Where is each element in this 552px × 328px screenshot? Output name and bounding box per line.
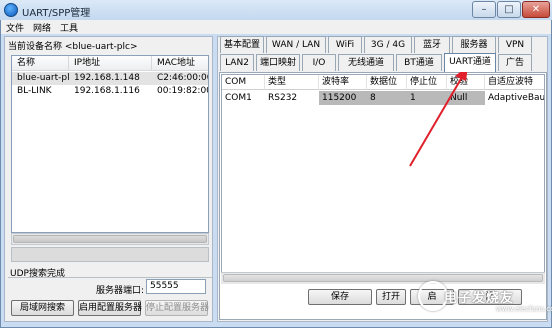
close-button[interactable]: ✕	[522, 1, 550, 18]
grid-cell-databits[interactable]: 8	[367, 91, 407, 105]
tab-bluetooth[interactable]: 蓝牙	[414, 36, 450, 53]
open-button[interactable]: 打开	[376, 289, 406, 305]
tab-advertise[interactable]: 广告	[498, 54, 532, 71]
device-ip-cell[interactable]: 192.168.1.148	[69, 72, 152, 85]
tab-wan-lan[interactable]: WAN / LAN	[266, 36, 326, 53]
grid-cell-baud[interactable]: 115200	[319, 91, 367, 105]
menu-file[interactable]: 文件	[6, 21, 24, 34]
grid-cell-com[interactable]: COM1	[222, 91, 265, 105]
maximize-button[interactable]: □	[497, 1, 521, 18]
grid-header-adaptive-baud[interactable]: 自适应波特	[485, 75, 544, 90]
minimize-icon: –	[481, 4, 487, 15]
grid-header-com[interactable]: COM	[222, 75, 265, 90]
device-mac-cell[interactable]: C2:46:00:00:5	[152, 72, 208, 85]
grid-cell-adaptive-baud[interactable]: AdaptiveBau	[485, 91, 544, 105]
minimize-button[interactable]: –	[472, 1, 496, 18]
divider	[8, 277, 212, 278]
tab-wireless-channel[interactable]: 无线通道	[338, 54, 394, 71]
tab-server[interactable]: 服务器	[452, 36, 496, 53]
lan-search-button[interactable]: 局域网搜索	[11, 300, 74, 316]
menu-network[interactable]: 网络	[33, 21, 51, 34]
scrollbar-thumb[interactable]	[13, 235, 207, 243]
tab-uart-channel[interactable]: UART通道	[444, 53, 496, 72]
grid-cell-type[interactable]: RS232	[265, 91, 319, 105]
maximize-icon: □	[504, 4, 514, 15]
grid-header-stopbits[interactable]: 停止位	[407, 75, 447, 90]
grid-cell-parity[interactable]: Null	[447, 91, 485, 105]
column-header-name[interactable]: 名称	[12, 56, 69, 71]
tab-io[interactable]: I/O	[302, 54, 336, 71]
close-icon: ✕	[531, 4, 541, 15]
app-icon	[4, 3, 18, 17]
tab-wifi[interactable]: WiFi	[328, 36, 362, 53]
tab-bt-channel[interactable]: BT通道	[396, 54, 442, 71]
grid-header-parity[interactable]: 校验	[447, 75, 485, 90]
grid-scrollbar-thumb[interactable]	[223, 274, 543, 282]
server-port-label: 服务器端口:	[96, 286, 145, 296]
column-header-mac[interactable]: MAC地址	[152, 56, 208, 71]
grid-header-baud[interactable]: 波特率	[319, 75, 367, 90]
grid-cell-stopbits[interactable]: 1	[407, 91, 447, 105]
grid-header-type[interactable]: 类型	[265, 75, 319, 90]
device-list[interactable]: 名称 IP地址 MAC地址 blue-uart-plc 192.168.1.14…	[11, 55, 209, 233]
server-port-input[interactable]: 55555	[146, 279, 206, 294]
menu-tools[interactable]: 工具	[60, 21, 78, 34]
watermark-text: 电子发烧友	[444, 291, 515, 306]
tab-basic-config[interactable]: 基本配置	[220, 36, 264, 53]
grid-header-databits[interactable]: 数据位	[367, 75, 407, 90]
watermark-url: www.elecfans.com	[496, 305, 552, 313]
menu-bar	[1, 20, 551, 34]
tab-vpn[interactable]: VPN	[498, 36, 532, 53]
save-button[interactable]: 保存	[308, 289, 372, 305]
tab-3g-4g[interactable]: 3G / 4G	[364, 36, 412, 53]
column-header-ip[interactable]: IP地址	[69, 56, 152, 71]
start-config-server-button[interactable]: 启用配置服务器	[78, 300, 142, 316]
device-name-cell[interactable]: BL-LINK	[12, 85, 69, 98]
uart-grid[interactable]: COM 类型 波特率 数据位 停止位 校验 自适应波特 COM1 RS232 1…	[221, 74, 545, 284]
progress-box	[11, 247, 209, 262]
current-device-label: 当前设备名称 <blue-uart-plc>	[8, 42, 138, 52]
tab-port-mapping[interactable]: 端口映射	[256, 54, 300, 71]
device-ip-cell[interactable]: 192.168.1.116	[69, 85, 152, 98]
stop-config-server-button[interactable]: 停止配置服务器	[145, 300, 209, 316]
device-name-cell[interactable]: blue-uart-plc	[12, 72, 69, 85]
device-mac-cell[interactable]: 00:19:82:00:1	[152, 85, 208, 98]
tab-lan2[interactable]: LAN2	[220, 54, 254, 71]
window-title: UART/SPP管理	[22, 8, 91, 19]
